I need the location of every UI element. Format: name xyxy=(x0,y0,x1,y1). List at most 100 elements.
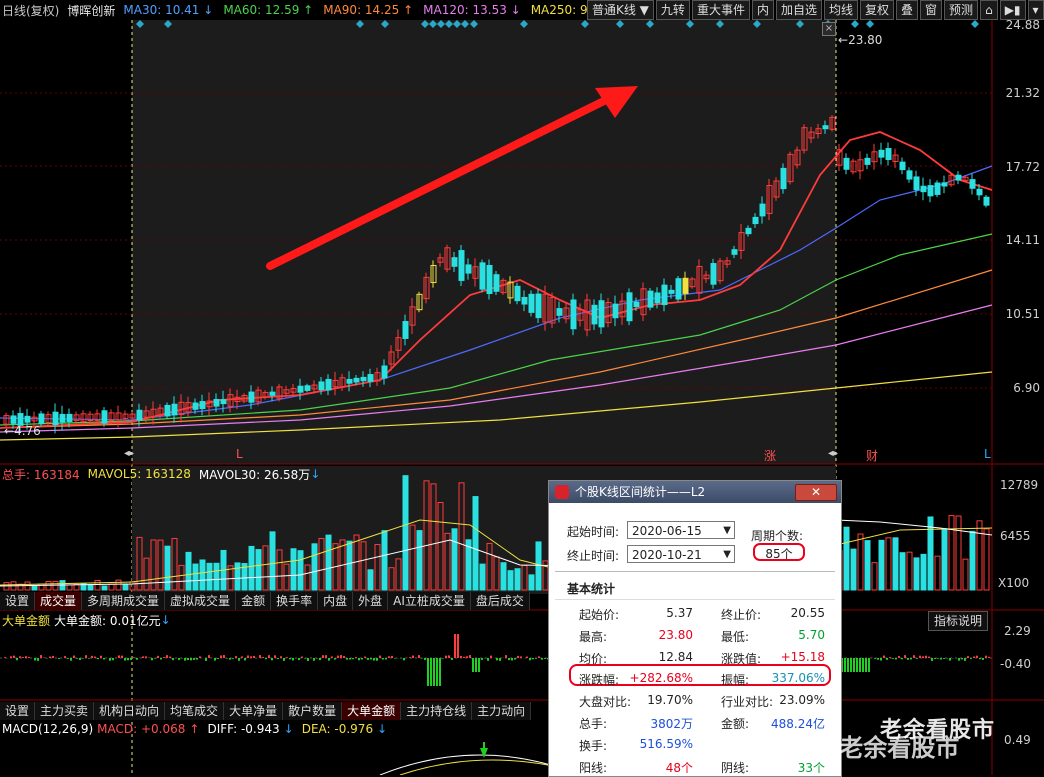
bigorder-bar xyxy=(199,656,201,658)
bigorder-bar xyxy=(166,655,168,658)
bigorder-bar xyxy=(286,657,288,658)
bigorder-bar xyxy=(250,656,252,658)
indicator-tab[interactable]: 主力买卖 xyxy=(35,702,94,720)
volume-bar xyxy=(921,554,926,590)
volume-bar xyxy=(935,556,940,590)
indicator-tab[interactable]: 主力动向 xyxy=(472,702,531,720)
bigorder-bar xyxy=(430,658,432,686)
range-handle-left[interactable]: ◂▸ xyxy=(124,448,134,459)
bigorder-bar xyxy=(928,657,930,658)
indicator-tab[interactable]: 主力持仓线 xyxy=(401,702,472,720)
indicator-tab[interactable]: AI立桩成交量 xyxy=(388,592,471,610)
candle-body xyxy=(319,382,324,390)
indicator-tab[interactable]: 设置 xyxy=(0,702,35,720)
candle-body xyxy=(60,414,65,421)
indicator-tab[interactable]: 换手率 xyxy=(271,592,318,610)
diff-value: DIFF: -0.943 xyxy=(207,722,279,736)
bigorder-bar xyxy=(907,658,909,660)
bigorder-bar xyxy=(910,658,912,659)
stat-label: 均价: xyxy=(579,650,607,667)
bigorder-bar xyxy=(343,656,345,658)
indicator-tab[interactable]: 均笔成交 xyxy=(165,702,224,720)
volume-bar xyxy=(473,497,478,590)
candle-body xyxy=(669,290,674,293)
bigorder-bar xyxy=(259,655,261,658)
bigorder-bar xyxy=(535,658,537,659)
indicator-tab[interactable]: 外盘 xyxy=(353,592,388,610)
bigorder-bar xyxy=(103,658,105,659)
indicator-tab[interactable]: 大单金额 xyxy=(342,702,401,720)
bigorder-bar xyxy=(298,658,300,660)
bigorder-bar xyxy=(370,658,372,659)
volume-bar xyxy=(529,575,534,590)
bigorder-bar xyxy=(274,655,276,658)
high-marker: ←23.80 xyxy=(838,33,882,47)
candle-body xyxy=(522,297,527,304)
end-time-select[interactable]: 2020-10-21 ▼ xyxy=(627,545,735,563)
volume-bar xyxy=(200,560,205,590)
start-time-select[interactable]: 2020-06-15 ▼ xyxy=(627,521,735,539)
stat-label: 换手: xyxy=(579,737,607,754)
dea-value: DEA: -0.976 xyxy=(302,722,373,736)
bigorder-bar xyxy=(121,656,123,658)
bigorder-bar xyxy=(895,658,897,659)
volume-bar xyxy=(872,563,877,590)
down-arrow-icon: ↓ xyxy=(284,722,294,736)
candle-body xyxy=(165,405,170,415)
bigorder-bar xyxy=(22,657,24,658)
bigorder-bar xyxy=(538,656,540,658)
low-marker: ←4.76 xyxy=(4,424,41,438)
bigorder-bar xyxy=(517,656,519,658)
indicator-tab[interactable]: 盘后成交 xyxy=(471,592,530,610)
indicator-help-button[interactable]: 指标说明 xyxy=(928,611,988,631)
bigorder-axis-top: 2.29 xyxy=(1004,624,1031,638)
candle-body xyxy=(921,186,926,191)
bigorder-bar xyxy=(49,656,51,658)
indicator-tab[interactable]: 金额 xyxy=(236,592,271,610)
volume-bar xyxy=(403,476,408,590)
indicator-tab[interactable]: 大单净量 xyxy=(224,702,283,720)
indicator-tab[interactable]: 机构日动向 xyxy=(94,702,165,720)
close-icon[interactable]: ✕ xyxy=(795,484,837,501)
indicator-tab[interactable]: 虚拟成交量 xyxy=(165,592,236,610)
stat-value: 20.55 xyxy=(791,606,825,620)
close-icon[interactable]: × xyxy=(822,22,836,36)
indicator-tab[interactable]: 内盘 xyxy=(318,592,353,610)
indicator-tab[interactable]: 散户数量 xyxy=(283,702,342,720)
bigorder-bar xyxy=(859,658,861,672)
bigorder-bar xyxy=(868,658,870,672)
bigorder-bar xyxy=(379,656,381,658)
bigorder-bar xyxy=(424,658,426,660)
candle-body xyxy=(480,263,485,289)
candle-body xyxy=(613,304,618,318)
stat-value: 5.37 xyxy=(666,606,693,620)
bigorder-bar xyxy=(937,658,939,659)
candle-body xyxy=(648,291,653,307)
volume-bar xyxy=(501,563,506,590)
candle-body xyxy=(746,228,751,233)
volume-bar xyxy=(942,529,947,590)
indicator-tab[interactable]: 设置 xyxy=(0,592,35,610)
candle-body xyxy=(305,386,310,391)
volume-bar xyxy=(249,546,254,590)
candle-body xyxy=(760,204,765,216)
bigorder-bar xyxy=(13,656,15,658)
volume-bar xyxy=(116,580,121,590)
indicator-tab[interactable]: 成交量 xyxy=(35,592,82,610)
range-handle-right[interactable]: ◂▸ xyxy=(828,448,838,459)
bigorder-bar xyxy=(499,658,501,661)
indicator-tab[interactable]: 多周期成交量 xyxy=(82,592,165,610)
candle-body xyxy=(214,399,219,406)
volume-bar xyxy=(928,517,933,590)
candle-body xyxy=(984,197,989,205)
bigorder-bar xyxy=(223,655,225,658)
bigorder-bar xyxy=(76,658,78,659)
candle-body xyxy=(907,171,912,179)
volume-bar xyxy=(256,550,261,590)
marker-zhang: 涨 xyxy=(764,447,776,464)
candle-body xyxy=(39,414,44,424)
candle-body xyxy=(711,264,716,285)
bigorder-bar xyxy=(307,658,309,661)
stat-value: 19.70% xyxy=(647,693,693,707)
stat-value: 48个 xyxy=(666,759,693,776)
